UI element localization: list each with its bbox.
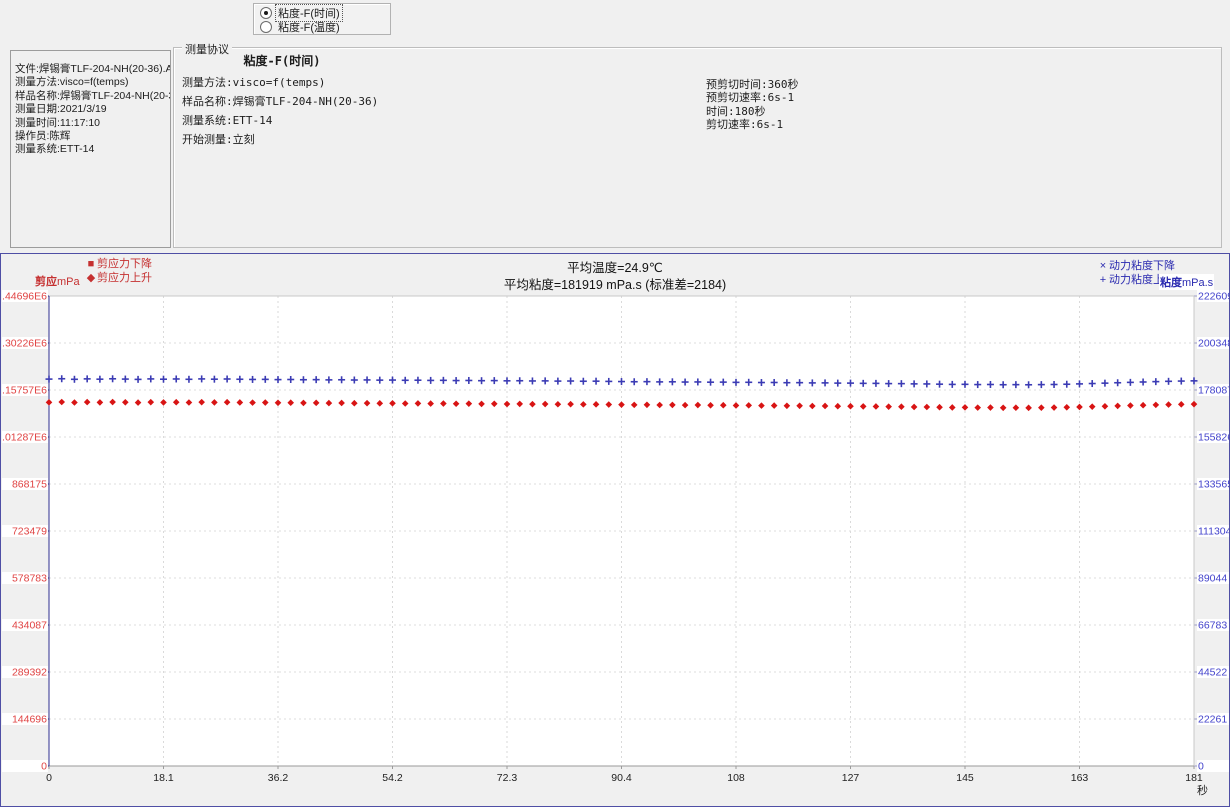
- x-tick-label: 163: [1071, 772, 1089, 784]
- radio-viscosity-temperature-label[interactable]: 粘度-F(温度): [276, 19, 342, 35]
- file-name-line: 文件:焊锡膏TLF-204-NH(20-36).A01: [15, 63, 171, 75]
- view-mode-radio-group: 粘度-F(时间) 粘度-F(温度): [253, 3, 391, 35]
- left-tick-label: 434087: [12, 620, 47, 632]
- right-tick-label: 66783: [1198, 620, 1227, 632]
- x-tick-label: 36.2: [268, 772, 289, 784]
- protocol-system-line: 测量系统:ETT-14: [182, 114, 273, 127]
- radio-viscosity-temperature[interactable]: 粘度-F(温度): [260, 20, 390, 34]
- measure-system-line: 测量系统:ETT-14: [15, 143, 95, 156]
- left-tick-label: 578783: [12, 573, 47, 585]
- radio-viscosity-time[interactable]: 粘度-F(时间): [260, 4, 390, 22]
- right-tick-label: 200348: [1198, 338, 1229, 350]
- protocol-sample-line: 样品名称:焊锡膏TLF-204-NH(20-36): [182, 95, 379, 108]
- operator-line: 操作员:陈辉: [15, 130, 71, 143]
- right-tick-label: 22261: [1198, 714, 1227, 726]
- left-tick-label: .30226E6: [2, 338, 47, 350]
- legend-item-shear-down: ■ 剪应力下降: [85, 258, 152, 272]
- left-tick-label: 289392: [12, 667, 47, 679]
- chart-panel: 0 18.1 36.2 54.2 72.3 90.4 108 127 145 163 181.446…: [0, 253, 1230, 807]
- radio-unselected-icon[interactable]: [260, 21, 272, 33]
- right-axis-title: 粘度mPa.s: [1159, 274, 1215, 290]
- radio-selected-icon[interactable]: [260, 7, 272, 19]
- left-tick-label: .15757E6: [2, 385, 47, 397]
- diamond-marker-icon: ◆: [86, 271, 96, 284]
- x-marker-icon: ×: [1099, 260, 1107, 272]
- left-tick-label: 868175: [12, 479, 47, 491]
- x-tick-label: 72.3: [497, 772, 518, 784]
- right-tick-label: 111304: [1198, 526, 1229, 538]
- sample-name-line: 样品名称:焊锡膏TLF-204-NH(20-36): [15, 89, 171, 102]
- left-tick-label: 144696: [12, 714, 47, 726]
- right-tick-label: 178087: [1198, 385, 1229, 397]
- right-tick-label: 0: [1198, 761, 1204, 773]
- protocol-start-line: 开始测量:立刻: [182, 133, 255, 146]
- x-tick-label: 108: [727, 772, 745, 784]
- x-tick-label: 18.1: [153, 772, 174, 784]
- legend-shear-stress: ■ 剪应力下降 ◆ 剪应力上升: [85, 258, 152, 285]
- x-tick-label: 54.2: [382, 772, 403, 784]
- left-tick-label: 723479: [12, 526, 47, 538]
- square-marker-icon: ■: [87, 258, 95, 270]
- measure-method-line: 测量方法:visco=f(temps): [15, 76, 129, 89]
- plus-marker-icon: +: [1099, 273, 1107, 286]
- x-tick-label: 127: [842, 772, 860, 784]
- x-tick-label: 0: [46, 772, 52, 784]
- shear-rate-line: 剪切速率:6s-1: [706, 118, 784, 131]
- protocol-title: 粘度-F(时间): [243, 54, 321, 68]
- measurement-info-panel: 文件:焊锡膏TLF-204-NH(20-36).A01 测量方法:visco=f…: [10, 50, 171, 248]
- left-tick-label: 0: [41, 761, 47, 773]
- left-axis-title: 剪应mPa: [35, 276, 80, 288]
- right-tick-label: 155826: [1198, 432, 1229, 444]
- right-tick-label: 133565: [1198, 479, 1229, 491]
- x-axis-unit-label: 秒: [1197, 785, 1208, 797]
- measure-time-line: 测量时间:11:17:10: [15, 116, 101, 129]
- right-tick-label: 89044: [1198, 573, 1227, 585]
- measure-date-line: 测量日期:2021/3/19: [15, 103, 107, 116]
- chart-title-viscosity: 平均粘度=181919 mPa.s (标准差=2184): [503, 278, 727, 292]
- legend-item-visc-down: × 动力粘度下降: [1097, 260, 1175, 274]
- right-tick-label: 44522: [1198, 667, 1227, 679]
- left-tick-label: .01287E6: [2, 432, 47, 444]
- protocol-method-line: 测量方法:visco=f(temps): [182, 76, 326, 89]
- legend-item-shear-up: ◆ 剪应力上升: [86, 271, 152, 284]
- measurement-protocol-groupbox: 测量协议 粘度-F(时间) 测量方法:visco=f(temps) 样品名称:焊…: [173, 41, 1222, 248]
- x-tick-label: 145: [956, 772, 974, 784]
- viscosity-time-plot: 0 18.1 36.2 54.2 72.3 90.4 108 127 145 163 181.446…: [2, 290, 1229, 784]
- x-tick-label: 90.4: [611, 772, 632, 784]
